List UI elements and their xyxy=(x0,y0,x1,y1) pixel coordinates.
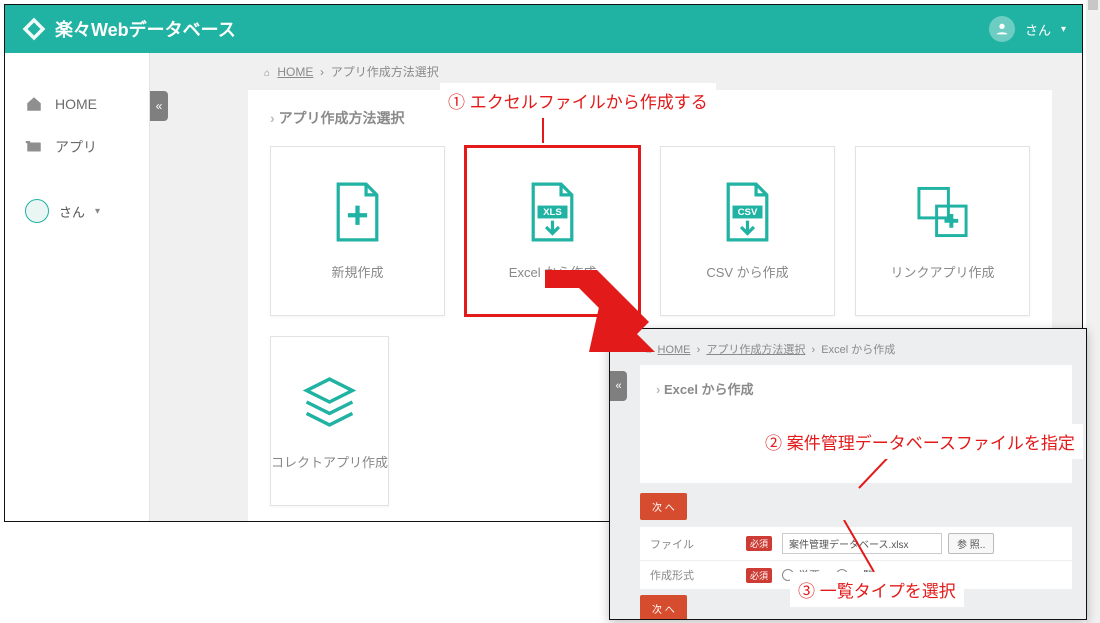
file-csv-icon: CSV xyxy=(720,182,775,242)
card-link-label: リンクアプリ作成 xyxy=(890,262,994,281)
sidebar-user[interactable]: さん ▾ xyxy=(5,185,149,237)
sidebar-home-label: HOME xyxy=(55,96,97,112)
next-button[interactable]: 次 へ xyxy=(640,595,687,620)
card-new-label: 新規作成 xyxy=(331,262,383,281)
annotation-2-num: ② xyxy=(765,434,782,453)
file-xls-icon: XLS xyxy=(525,182,580,242)
top-bar: 楽々Webデータベース さん ▾ xyxy=(5,5,1082,53)
brand-logo-icon xyxy=(21,16,47,42)
annotation-3-line xyxy=(840,520,890,574)
card-new[interactable]: 新規作成 xyxy=(270,146,445,316)
svg-text:CSV: CSV xyxy=(738,207,758,218)
scrollbar-vertical[interactable] xyxy=(1086,0,1100,623)
card-csv-label: CSV から作成 xyxy=(706,262,788,281)
brand-text: 楽々Webデータベース xyxy=(55,16,236,42)
required-badge: 必須 xyxy=(746,536,772,551)
layers-icon xyxy=(302,372,357,432)
annotation-1: ① エクセルファイルから作成する xyxy=(440,83,716,118)
link-app-icon xyxy=(915,182,970,242)
next-button[interactable]: 次 へ xyxy=(640,493,687,520)
panel2-title: Excel から作成 xyxy=(656,379,1056,398)
breadcrumb-home[interactable]: HOME xyxy=(277,65,313,79)
user-avatar-icon xyxy=(25,199,49,223)
file-plus-icon xyxy=(330,182,385,242)
avatar-icon xyxy=(989,16,1015,42)
required-badge: 必須 xyxy=(746,568,772,583)
file-label: ファイル xyxy=(650,536,746,552)
card-collect-label: コレクトアプリ作成 xyxy=(271,452,388,471)
svg-text:XLS: XLS xyxy=(543,207,562,218)
header-user-suffix: さん xyxy=(1025,20,1051,39)
browse-button[interactable]: 参 照.. xyxy=(948,533,994,554)
sidebar: HOME アプリ さん ▾ xyxy=(5,53,150,521)
breadcrumb: ⌂ HOME › アプリ作成方法選択 › Excel から作成 xyxy=(610,329,1086,365)
annotation-2: ② 案件管理データベースファイルを指定 xyxy=(757,424,1083,459)
sidebar-apps-label: アプリ xyxy=(55,137,97,157)
apps-icon xyxy=(25,138,43,156)
annotation-3: ③ 一覧タイプを選択 xyxy=(790,572,964,607)
scrollbar-thumb[interactable] xyxy=(1088,0,1098,10)
home-icon xyxy=(25,95,43,113)
sidebar-item-home[interactable]: HOME xyxy=(5,83,149,125)
brand: 楽々Webデータベース xyxy=(21,16,236,42)
card-csv[interactable]: CSV CSV から作成 xyxy=(660,146,835,316)
breadcrumb-page2: Excel から作成 xyxy=(821,344,895,356)
sidebar-user-suffix: さん xyxy=(59,202,85,221)
annotation-1-text: エクセルファイルから作成する xyxy=(470,93,708,112)
chevron-down-icon: ▾ xyxy=(1061,24,1066,35)
format-label: 作成形式 xyxy=(650,567,746,583)
card-collect-app[interactable]: コレクトアプリ作成 xyxy=(270,336,389,506)
breadcrumb-page: アプリ作成方法選択 xyxy=(331,65,439,79)
header-user[interactable]: さん ▾ xyxy=(989,16,1066,42)
annotation-2-text: 案件管理データベースファイルを指定 xyxy=(787,434,1075,453)
breadcrumb-home[interactable]: HOME xyxy=(658,344,691,356)
annotation-3-num: ③ xyxy=(798,582,815,601)
chevron-down-icon: ▾ xyxy=(95,206,100,217)
sidebar-collapse-handle[interactable]: « xyxy=(150,91,168,121)
home-icon: ⌂ xyxy=(264,68,270,79)
annotation-1-num: ① xyxy=(448,93,465,112)
red-arrow-icon xyxy=(537,266,657,366)
sidebar-collapse-handle[interactable]: « xyxy=(610,371,627,401)
sidebar-item-apps[interactable]: アプリ xyxy=(5,125,149,169)
breadcrumb-page1[interactable]: アプリ作成方法選択 xyxy=(706,344,805,356)
annotation-3-text: 一覧タイプを選択 xyxy=(820,582,956,601)
card-link-app[interactable]: リンクアプリ作成 xyxy=(855,146,1030,316)
